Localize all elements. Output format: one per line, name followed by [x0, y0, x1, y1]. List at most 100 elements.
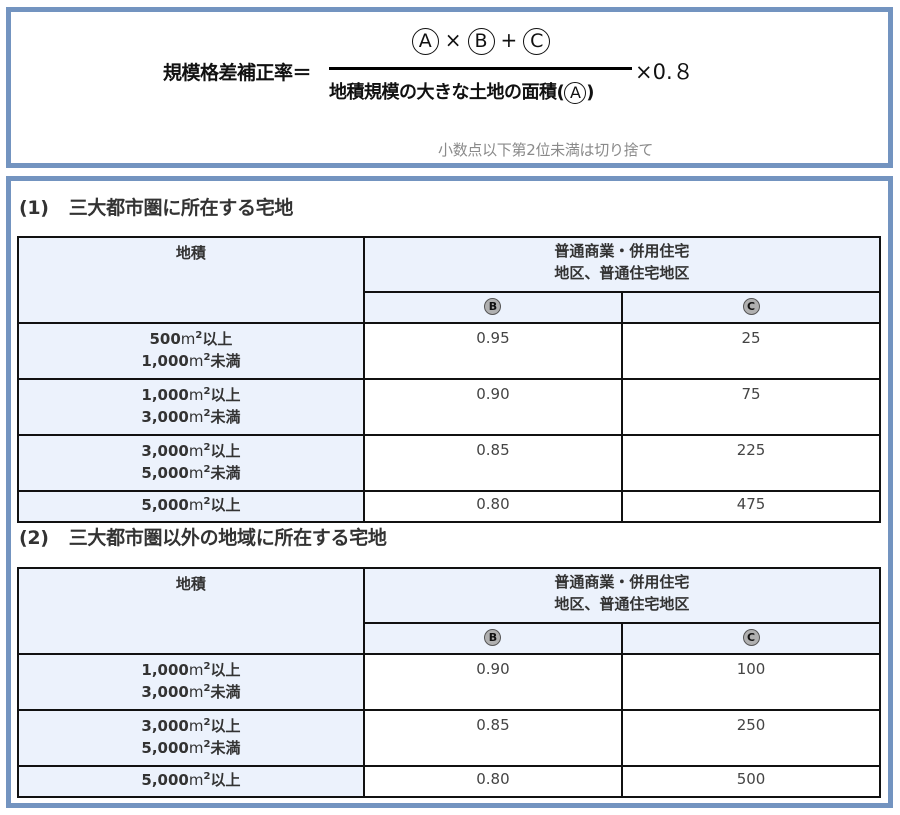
- unit-m: m: [188, 683, 204, 701]
- table-row: 500m2以上 1,000m2未満 0.95 25: [17, 322, 881, 380]
- header-zone-line2: 地区、普通住宅地区: [554, 595, 690, 613]
- denominator-close: ): [586, 82, 594, 103]
- header-zone-line1: 普通商業・併用住宅: [554, 242, 690, 260]
- rounding-note: 小数点以下第2位未満は切り捨て: [438, 141, 654, 159]
- value-c: 75: [621, 378, 881, 436]
- value-b: 0.85: [362, 434, 624, 492]
- table-row: 1,000m2以上 3,000m2未満 0.90 75: [17, 378, 881, 436]
- unit-m: m: [188, 352, 204, 370]
- section-number: (1): [19, 197, 49, 219]
- header-area: 地積: [17, 567, 365, 655]
- area-from: 5,000: [141, 771, 189, 789]
- value-b: 0.95: [362, 322, 624, 380]
- circled-b-icon: B: [484, 298, 502, 316]
- area-to: 5,000: [141, 739, 189, 757]
- unit-m: m: [188, 464, 204, 482]
- area-to: 3,000: [141, 683, 189, 701]
- section-title-text: 三大都市圏以外の地域に所在する宅地: [68, 527, 387, 549]
- header-area: 地積: [17, 236, 365, 324]
- formula-numerator: A × B + C: [331, 28, 631, 55]
- value-c: 225: [621, 434, 881, 492]
- above-label: 以上: [210, 661, 241, 679]
- unit-m: m: [188, 496, 204, 514]
- area-range: 500m2以上 1,000m2未満: [17, 322, 365, 380]
- header-b: B: [362, 622, 624, 655]
- plus-operator: +: [500, 28, 518, 52]
- circled-c-symbol: C: [523, 28, 551, 55]
- value-c: 475: [621, 490, 881, 523]
- area-from: 3,000: [141, 717, 189, 735]
- above-label: 以上: [202, 330, 233, 348]
- area-from: 1,000: [141, 386, 189, 404]
- value-c: 500: [621, 765, 881, 798]
- below-label: 未満: [210, 464, 241, 482]
- area-range: 5,000m2以上: [17, 765, 365, 798]
- circled-b-symbol: B: [467, 28, 495, 55]
- area-range: 1,000m2以上 3,000m2未満: [17, 378, 365, 436]
- header-zone-line1: 普通商業・併用住宅: [554, 573, 690, 591]
- below-label: 未満: [210, 408, 241, 426]
- correction-table-2: 地積 普通商業・併用住宅 地区、普通住宅地区 B C 1,000m2以上 3,0…: [17, 566, 882, 798]
- header-zone: 普通商業・併用住宅 地区、普通住宅地区: [362, 235, 882, 294]
- unit-m: m: [180, 330, 196, 348]
- value-b: 0.80: [362, 765, 624, 798]
- area-from: 3,000: [141, 442, 189, 460]
- above-label: 以上: [210, 771, 241, 789]
- times-operator: ×: [444, 28, 462, 52]
- unit-m: m: [188, 408, 204, 426]
- table-row: 3,000m2以上 5,000m2未満 0.85 250: [17, 709, 881, 767]
- value-b: 0.90: [362, 653, 624, 711]
- table-row: 5,000m2以上 0.80 475: [17, 490, 881, 523]
- area-range: 3,000m2以上 5,000m2未満: [17, 434, 365, 492]
- circled-c-icon: C: [742, 629, 760, 647]
- value-b: 0.85: [362, 709, 624, 767]
- area-to: 3,000: [141, 408, 189, 426]
- value-b: 0.80: [362, 490, 624, 523]
- formula-multiplier: ×0.８: [635, 60, 694, 84]
- area-from: 500: [149, 330, 181, 348]
- above-label: 以上: [210, 717, 241, 735]
- circled-a-symbol: A: [411, 28, 439, 55]
- circled-a-symbol: A: [564, 82, 587, 104]
- unit-m: m: [188, 442, 204, 460]
- value-c: 25: [621, 322, 881, 380]
- area-range: 1,000m2以上 3,000m2未満: [17, 653, 365, 711]
- table-row: 3,000m2以上 5,000m2未満 0.85 225: [17, 434, 881, 492]
- header-c: C: [621, 622, 881, 655]
- section-title-1: (1) 三大都市圏に所在する宅地: [19, 193, 293, 220]
- area-from: 5,000: [141, 496, 189, 514]
- above-label: 以上: [210, 386, 241, 404]
- header-zone: 普通商業・併用住宅 地区、普通住宅地区: [362, 566, 882, 625]
- area-range: 3,000m2以上 5,000m2未満: [17, 709, 365, 767]
- section-title-2: (2) 三大都市圏以外の地域に所在する宅地: [19, 523, 387, 550]
- area-to: 5,000: [141, 464, 189, 482]
- value-b: 0.90: [362, 378, 624, 436]
- table-row: 5,000m2以上 0.80 500: [17, 765, 881, 798]
- area-to: 1,000: [141, 352, 189, 370]
- tables-panel: (1) 三大都市圏に所在する宅地 地積 普通商業・併用住宅 地区、普通住宅地区 B…: [6, 176, 893, 808]
- formula-label: 規模格差補正率＝: [163, 62, 312, 84]
- correction-table-1: 地積 普通商業・併用住宅 地区、普通住宅地区 B C 500m2以上 1,000…: [17, 235, 882, 523]
- area-from: 1,000: [141, 661, 189, 679]
- above-label: 以上: [210, 496, 241, 514]
- fraction-bar: [329, 67, 632, 70]
- unit-m: m: [188, 739, 204, 757]
- below-label: 未満: [210, 352, 241, 370]
- table-row: 1,000m2以上 3,000m2未満 0.90 100: [17, 653, 881, 711]
- above-label: 以上: [210, 442, 241, 460]
- below-label: 未満: [210, 683, 241, 701]
- formula-panel: 規模格差補正率＝ A × B + C 地積規模の大きな土地の面積(A) ×0.８ 小数点…: [6, 7, 893, 168]
- unit-m: m: [188, 386, 204, 404]
- unit-m: m: [188, 661, 204, 679]
- header-zone-line2: 地区、普通住宅地区: [554, 264, 690, 282]
- unit-m: m: [188, 717, 204, 735]
- unit-m: m: [188, 771, 204, 789]
- value-c: 100: [621, 653, 881, 711]
- section-title-text: 三大都市圏に所在する宅地: [68, 197, 294, 219]
- section-number: (2): [19, 527, 49, 549]
- header-b: B: [362, 291, 624, 324]
- area-range: 5,000m2以上: [17, 490, 365, 523]
- denominator-text: 地積規模の大きな土地の面積(: [329, 82, 565, 103]
- header-c: C: [621, 291, 881, 324]
- circled-c-icon: C: [742, 298, 760, 316]
